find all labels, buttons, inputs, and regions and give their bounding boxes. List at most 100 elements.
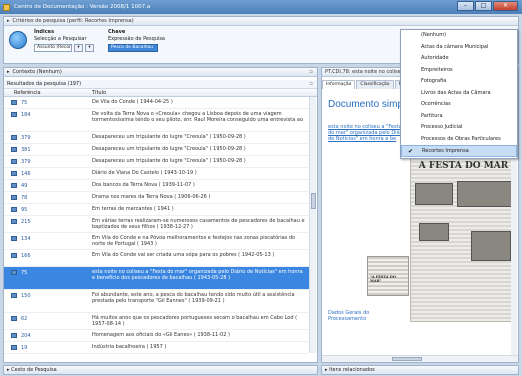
menu-item[interactable]: Processo Judicial [401, 122, 517, 134]
table-row[interactable]: 379 Desapareceu um tripulante do lugre "C… [4, 156, 309, 168]
indices-dropdown-button[interactable]: ▾ [74, 44, 83, 52]
table-row[interactable]: 204 Homenagem aos oficiais do «Gil Eanes»… [4, 330, 309, 342]
table-row[interactable]: 379 Desapareceu um tripulante do lugre "C… [4, 132, 309, 144]
document-icon [11, 345, 17, 350]
document-icon [11, 147, 17, 152]
document-link[interactable]: esta noite no coliseu a "Festa do mar" o… [328, 124, 408, 142]
row-ref: 49 [21, 183, 28, 189]
menu-item-label: Actas da câmara Municipal [421, 43, 489, 50]
table-row[interactable]: 166 Em Vila do Conde vai ser criada uma s… [4, 250, 309, 267]
row-title: Há muitos anos que os pescadores portugu… [92, 315, 298, 327]
document-icon [11, 236, 17, 241]
menu-item[interactable]: Processos de Obras Particulares [401, 134, 517, 146]
row-title: De Vila do Conde ( 1944-04-25 ) [92, 99, 173, 105]
row-title: Em Vila do Conde vai ser criada uma sópa… [92, 252, 275, 258]
row-title: Diário de Viana Do Castelo ( 1943-10-19 … [92, 170, 197, 176]
row-title: Homenagem aos oficiais do «Gil Eanes» ( … [92, 332, 230, 338]
indices-combo[interactable]: Assunto (Recor [34, 44, 72, 52]
search-input[interactable]: Pesca do Bacalhau [108, 44, 158, 52]
row-ref: 78 [21, 195, 28, 201]
table-row[interactable]: 95 Em terras de marcantes ( 1941 ) [4, 204, 309, 216]
close-button[interactable]: ✕ [493, 1, 518, 11]
tab-informacao[interactable]: Informação [322, 80, 356, 89]
document-icon [11, 159, 17, 164]
pin-icon[interactable]: ⊐ [309, 69, 313, 75]
table-row[interactable]: 75 De Vila do Conde ( 1944-04-25 ) [4, 97, 309, 109]
collapse-arrow-icon[interactable]: ▸ [7, 367, 10, 373]
collapse-arrow-icon[interactable]: ▸ [7, 18, 10, 24]
document-icon [11, 195, 17, 200]
results-header: Resultados da pesquisa (197) ⊐ [4, 80, 317, 89]
chave-value: Expressão de Pesquisa [108, 36, 165, 42]
collapse-arrow-icon[interactable]: ▸ [325, 367, 328, 373]
row-title: Dos bancos da Terra Nova ( 1939-11-07 ) [92, 182, 195, 188]
scrollbar-thumb[interactable] [392, 357, 422, 361]
dados-link[interactable]: Dados Gerais do Processamento [328, 310, 388, 322]
document-icon [11, 293, 17, 298]
document-icon [11, 253, 17, 258]
cesto-panel-header[interactable]: ▸ Cesto de Pesquisa [3, 365, 318, 375]
row-title: Desapareceu um tripulante do lugre "Creo… [92, 158, 246, 164]
row-title: Desapareceu um tripulante do lugre "Creo… [92, 146, 246, 152]
pin-icon[interactable]: ⊐ [309, 81, 313, 87]
check-icon: ✔ [408, 148, 414, 155]
row-ref: 95 [21, 207, 28, 213]
menu-item[interactable]: Autoridade [401, 53, 517, 65]
row-title: Em terras de marcantes ( 1941 ) [92, 206, 174, 212]
app-icon [3, 3, 10, 11]
minimize-button[interactable]: – [457, 1, 474, 11]
scrollbar-thumb[interactable] [311, 193, 316, 209]
chave-label: Chave [108, 29, 126, 35]
results-scrollbar[interactable] [309, 97, 316, 353]
results-panel: ▸ Contexto (Nenhum) ⊐ Resultados da pesq… [3, 67, 318, 363]
menu-item[interactable]: Actas da câmara Municipal [401, 42, 517, 54]
window-title: Centro de Documentação : Versão 2008/1 1… [14, 4, 151, 10]
menu-item-label: Autoridade [421, 55, 449, 61]
maximize-button[interactable]: □ [475, 1, 492, 11]
table-row[interactable]: 381 Desapareceu um tripulante do lugre "C… [4, 144, 309, 156]
table-row[interactable]: 75 esta noite no coliseu a "Festa do mar"… [4, 267, 309, 290]
row-title: Indústria bacalhoeira ( 1957 ) [92, 344, 167, 350]
contexto-label: Contexto (Nenhum) [12, 69, 62, 75]
row-title: Em Vila do Conde e na Póvoa melhoramento… [92, 235, 296, 247]
indices-more-button[interactable]: ▾ [85, 44, 94, 52]
document-icon [11, 316, 17, 321]
menu-item[interactable]: Livros das Actas da Câmara [401, 88, 517, 100]
results-column-header: Referência Título [4, 89, 317, 97]
menu-item[interactable]: Empreiteiros [401, 65, 517, 77]
column-ref[interactable]: Referência [14, 90, 41, 96]
menu-item[interactable]: Ocorrências [401, 99, 517, 111]
menu-item[interactable]: Fotografia [401, 76, 517, 88]
preview-tabs: Informação Classificação Re [322, 80, 409, 89]
criteria-header[interactable]: ▸ Critérios de pesquisa (perfil: Recorte… [4, 17, 518, 26]
table-row[interactable]: 215 Em várias terras realizaram-se numero… [4, 216, 309, 233]
cesto-label: Cesto de Pesquisa [11, 367, 57, 373]
tab-classificacao[interactable]: Classificação [356, 80, 394, 89]
table-row[interactable]: 150 Foi abundante, este ano, a pesca do b… [4, 290, 309, 313]
menu-item-label: Livros das Actas da Câmara [421, 89, 491, 96]
table-row[interactable]: 62 Há muitos anos que os pescadores portu… [4, 313, 309, 330]
menu-item[interactable]: ✔ Recortes Imprensa [401, 145, 517, 157]
row-ref: 379 [21, 135, 31, 141]
menu-item-label: Fotografia [421, 78, 447, 84]
table-row[interactable]: 134 Em Vila do Conde e na Póvoa melhorame… [4, 233, 309, 250]
table-row[interactable]: 78 Drama nos mares da Terra Nova ( 1906-0… [4, 192, 309, 204]
table-row[interactable]: 49 Dos bancos da Terra Nova ( 1939-11-07 … [4, 180, 309, 192]
table-row[interactable]: 184 De volta da Terra Nova o «Creoula» ch… [4, 109, 309, 132]
menu-item-label: Partitura [421, 112, 443, 119]
column-title[interactable]: Título [92, 90, 106, 96]
table-row[interactable]: 146 Diário de Viana Do Castelo ( 1943-10-… [4, 168, 309, 180]
menu-item[interactable]: Partitura [401, 111, 517, 123]
preview-hscrollbar[interactable] [322, 355, 518, 362]
row-title: Drama nos mares da Terra Nova ( 1906-06-… [92, 194, 211, 200]
document-icon [11, 219, 17, 224]
menu-item-label: Recortes Imprensa [422, 148, 469, 154]
inset-title: "A FESTA DO MAR" [370, 275, 396, 283]
profile-dropdown-menu: (Nenhum) Actas da câmara Municipal Autorid… [400, 29, 518, 159]
menu-item-label: (Nenhum) [421, 32, 447, 38]
menu-item[interactable]: (Nenhum) [401, 30, 517, 42]
related-panel-header[interactable]: ▸ Itens relacionados [321, 365, 519, 375]
collapse-arrow-icon[interactable]: ▸ [7, 69, 10, 75]
table-row[interactable]: 19 Indústria bacalhoeira ( 1957 ) [4, 342, 309, 354]
contexto-header[interactable]: ▸ Contexto (Nenhum) ⊐ [4, 68, 317, 77]
